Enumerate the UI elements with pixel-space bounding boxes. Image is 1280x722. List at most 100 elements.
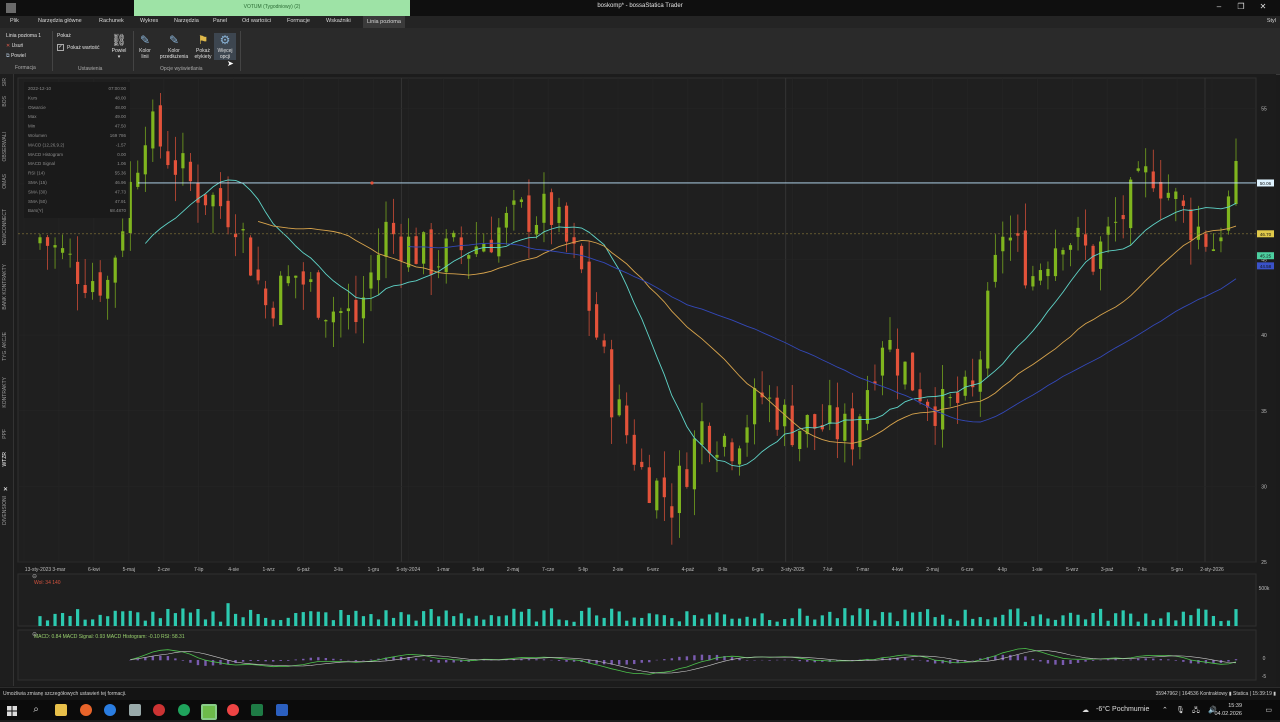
weather-text[interactable]: -6°C Pochmurnie [1096,706,1149,713]
calculator-icon[interactable] [129,704,141,716]
candle-body [843,414,846,441]
mic-icon[interactable]: 🎙 [1176,706,1185,714]
sidebar-tab-tyg-akcje[interactable]: TYG. AKCJE [2,332,8,361]
macd-histogram-bar [1039,660,1041,661]
macd-collapse-icon[interactable]: ⊖ [32,632,37,638]
file-explorer-icon[interactable] [55,704,67,716]
candle-body [813,414,816,429]
app-red-icon[interactable] [153,704,165,716]
data-window-background [24,82,130,218]
tray-chevron-icon[interactable]: ⌃ [1162,706,1168,714]
bossa-active-icon[interactable] [201,704,217,720]
notifications-icon[interactable]: ▭ [1265,706,1272,714]
network-icon[interactable]: 🖧 [1192,706,1200,717]
volume-bar [234,614,237,626]
sidebar-tab-newconnect[interactable]: NEWCONNECT [2,209,8,245]
candle-body [294,276,297,278]
line-color-button[interactable]: ✎Kolor linii [136,33,154,60]
macd-histogram-bar [671,658,673,660]
macd-histogram-bar [595,660,597,664]
edge-icon[interactable] [104,704,116,716]
candle-body [53,245,56,247]
sidebar-tab-kontrakty[interactable]: KONTRAKTY [2,377,8,408]
macd-histogram-bar [1197,660,1199,664]
delete-button[interactable]: ✕ Usuń [6,43,23,49]
data-window-value: 48.00 [115,95,127,100]
search-icon[interactable]: ⌕ [30,704,42,716]
word-icon[interactable] [276,704,288,716]
candle-body [896,349,899,376]
sidebar-tab-sir[interactable]: SIR [2,78,8,86]
excel-icon[interactable] [251,704,263,716]
menu-plik[interactable]: Plik [10,18,19,24]
show-labels-button[interactable]: ⚑Pokaż etykiety [192,33,214,60]
menu-wskazniki[interactable]: Wskaźniki [326,18,351,24]
macd-histogram-bar [1235,659,1237,660]
data-window-value: 169 786 [110,133,127,138]
formation-handle[interactable] [370,181,373,184]
menu-panel[interactable]: Panel [213,18,227,24]
candle-body [595,304,598,337]
volume-bar [791,618,794,626]
menu-rachunek[interactable]: Rachunek [99,18,124,24]
volume-bar [339,610,342,626]
minimize-button[interactable]: – [1208,2,1230,11]
firefox-icon[interactable] [80,704,92,716]
macd-histogram-bar [641,660,643,663]
close-button[interactable]: ✕ [1252,2,1274,11]
settings-group-label: Ustawienia [78,66,102,72]
candle-body [497,227,500,256]
clock[interactable]: 15:3904.02.2026 [1214,702,1242,718]
menu-narzedzia-glowne[interactable]: Narzędzia główne [38,18,82,24]
sidebar-tab-divensioni[interactable]: DIVENSIONI [2,496,8,525]
repeat-button[interactable]: ⧉ Powiel [6,53,26,59]
candle-body [384,222,387,257]
candle-body [738,448,741,464]
volume-bar [38,616,41,626]
menu-wykres[interactable]: Wykres [140,18,158,24]
volume-bar [821,615,824,626]
macd-histogram-bar [1137,659,1139,661]
volume-bar [1039,614,1042,626]
menu-narzedzia[interactable]: Narzędzia [174,18,199,24]
candle [279,271,282,325]
sidebar-tab-wtzr[interactable]: WTZR [2,452,8,466]
menu-od-wartosci[interactable]: Od wartości [242,18,271,24]
volume-bar [249,610,252,626]
time-axis-label: 5-sty-2024 [397,567,421,573]
start-icon[interactable] [6,704,18,716]
more-options-button[interactable]: ⚙Więcej opcji [214,33,236,60]
price-chart[interactable]: 13-sty-20233-mar6-kwi5-maj2-cze7-lip4-si… [14,74,1276,686]
macd-histogram-bar [701,655,703,661]
candle-body [1182,201,1185,206]
time-axis-label: 5-gru [1171,567,1183,573]
macd-histogram-bar [1024,656,1026,660]
sidebar-tab-obserwali[interactable]: OBSERWALI [2,132,8,161]
volume-bar [926,609,929,626]
volume-bar [1076,615,1079,626]
chrome-green-icon[interactable] [178,704,190,716]
close-tab-icon[interactable]: ✕ [3,486,8,493]
menu-linia-pozioma[interactable]: Linia pozioma [363,16,405,28]
candle-body [911,353,914,391]
volume-collapse-icon[interactable]: ⊖ [32,574,37,580]
volume-bar [497,616,500,626]
sidebar-tab-bos[interactable]: BOS [2,96,8,107]
price-axis-tick: 30 [1261,484,1267,490]
volume-bar [1069,613,1072,626]
menu-formacje[interactable]: Formacje [287,18,310,24]
sidebar-tab-ppf[interactable]: PPF [2,429,8,439]
sidebar-tab-bank-kontrakty[interactable]: BANK KONTRAKTY [2,264,8,310]
maximize-button[interactable]: ❐ [1230,2,1252,11]
more-options-label: Więcej opcji [217,48,232,60]
volume-bar [595,615,598,626]
sidebar-tab-omas[interactable]: OMAS [2,174,8,189]
chrome-icon[interactable] [227,704,239,716]
ribbon: Linia pozioma 1 ✕ Usuń ⧉ Powiel Formacja… [0,28,1280,75]
show-value-checkbox[interactable]: ✓Pokaż wartość [57,44,100,51]
volume-bar [768,620,771,626]
extension-color-button[interactable]: ✎Kolor przedłużenia [157,33,191,60]
style-menu[interactable]: Styl [1267,18,1276,24]
repeat-big-button[interactable]: ⛓Powiel▾ [108,33,130,60]
time-axis-label: 4-paź [682,567,695,573]
